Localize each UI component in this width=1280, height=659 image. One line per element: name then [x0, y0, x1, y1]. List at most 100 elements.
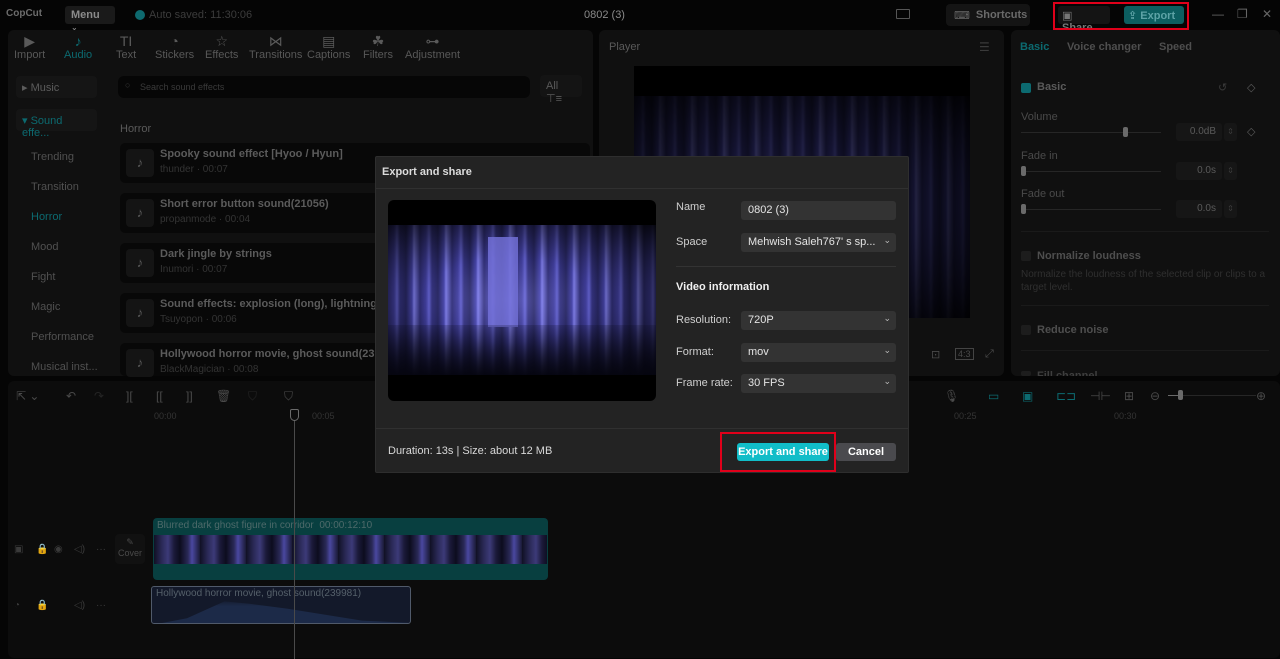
sidebar-item-horror[interactable]: Horror: [16, 202, 106, 232]
tab-effects[interactable]: ☆ Effects: [205, 33, 238, 61]
volume-slider[interactable]: [1021, 132, 1161, 133]
resolution-select[interactable]: 720P ⌄: [741, 311, 896, 330]
normalize-description: Normalize the loudness of the selected c…: [1021, 269, 1266, 293]
menu-icon[interactable]: ☰: [979, 40, 990, 54]
shortcuts-button[interactable]: ⌨ Shortcuts: [946, 4, 1030, 26]
timeline-zoom-handle[interactable]: [1178, 390, 1183, 400]
lock-icon[interactable]: 🔒: [36, 544, 48, 555]
link-icon[interactable]: ⊏⊐: [1056, 389, 1076, 403]
sound-title: Short error button sound(21056): [160, 198, 329, 210]
speaker-icon[interactable]: ◁): [74, 600, 85, 611]
split-right-icon[interactable]: ]]: [186, 389, 193, 403]
fade-out-value[interactable]: 0.0s: [1176, 200, 1222, 218]
fullscreen-icon[interactable]: ⤢: [985, 348, 994, 361]
tab-voice-changer[interactable]: Voice changer: [1067, 41, 1141, 53]
sound-meta: Inumori · 00:07: [160, 264, 228, 275]
text-icon: TI: [119, 33, 133, 49]
normalize-checkbox[interactable]: [1021, 251, 1031, 261]
playhead[interactable]: [294, 409, 295, 659]
select-tool-icon[interactable]: ⇱ ⌄: [16, 389, 39, 403]
sidebar-item-mood[interactable]: Mood: [16, 232, 106, 262]
volume-slider-handle[interactable]: [1123, 127, 1129, 137]
fade-out-slider-handle[interactable]: [1021, 204, 1026, 214]
tab-adjustment[interactable]: ⊶ Adjustment: [405, 33, 460, 61]
sidebar-item-trending[interactable]: Trending: [16, 142, 106, 172]
volume-value[interactable]: 0.0dB: [1176, 123, 1222, 141]
keyframe-icon[interactable]: ◇: [1247, 81, 1255, 94]
undo-icon[interactable]: ↶: [66, 389, 76, 403]
minimize-icon[interactable]: —: [1212, 7, 1224, 21]
more-icon[interactable]: ···: [96, 544, 106, 555]
audio-clip[interactable]: Hollywood horror movie, ghost sound(2399…: [151, 586, 411, 624]
filter-button[interactable]: All ⊤≡: [540, 75, 582, 105]
cover-button[interactable]: ✎ Cover: [115, 534, 145, 564]
mark-icon[interactable]: ⛉: [248, 389, 257, 404]
zoom-fit-icon[interactable]: ⊡: [931, 348, 940, 361]
volume-stepper[interactable]: ⇕: [1224, 123, 1237, 141]
fade-in-slider[interactable]: [1021, 171, 1161, 172]
basic-checkbox[interactable]: [1021, 83, 1031, 93]
sidebar-item-musical-instruments[interactable]: Musical inst...: [16, 352, 106, 382]
playhead-handle[interactable]: [290, 409, 299, 421]
speaker-icon[interactable]: ◁): [74, 544, 85, 555]
restore-icon[interactable]: ❐: [1237, 7, 1248, 21]
sidebar-item-sound-effects[interactable]: ▾ Sound effe...: [16, 109, 97, 139]
search-input[interactable]: ○ Search sound effects: [118, 76, 530, 98]
shield-icon[interactable]: ⛉: [284, 389, 293, 404]
tab-audio[interactable]: ♪ Audio: [64, 33, 92, 61]
fade-out-slider[interactable]: [1021, 209, 1161, 210]
auto-snap-icon[interactable]: ▣: [1022, 389, 1033, 403]
align-icon[interactable]: ⊣⊢: [1090, 389, 1111, 403]
split-icon[interactable]: ][: [126, 389, 133, 403]
close-icon[interactable]: ✕: [1262, 7, 1272, 21]
fade-in-stepper[interactable]: ⇕: [1224, 162, 1237, 180]
keyframe-icon[interactable]: ◇: [1247, 125, 1255, 138]
tab-import[interactable]: ▶ Import: [14, 33, 45, 61]
video-clip[interactable]: Blurred dark ghost figure in corridor 00…: [153, 518, 548, 580]
microphone-icon[interactable]: 🎙: [944, 389, 959, 403]
menu-button[interactable]: Menu ⌄: [65, 6, 115, 32]
space-select[interactable]: Mehwish Saleh767' s sp... ⌄: [741, 233, 896, 252]
layout-icon[interactable]: [896, 9, 910, 19]
cancel-button[interactable]: Cancel: [836, 443, 896, 461]
sidebar-item-fight[interactable]: Fight: [16, 262, 106, 292]
project-title: 0802 (3): [584, 9, 625, 21]
framerate-select[interactable]: 30 FPS ⌄: [741, 374, 896, 393]
tab-transitions[interactable]: ⋈ Transitions: [249, 33, 302, 61]
name-input[interactable]: 0802 (3): [741, 201, 896, 220]
zoom-in-icon[interactable]: ⊕: [1256, 389, 1266, 403]
fade-in-slider-handle[interactable]: [1021, 166, 1026, 176]
filter-icon: ⊤≡: [546, 93, 563, 105]
tab-filters[interactable]: ☘ Filters: [363, 33, 393, 61]
more-icon[interactable]: ···: [96, 600, 106, 611]
ruler-label: 00:00: [154, 411, 177, 421]
zoom-out-icon[interactable]: ⊖: [1150, 389, 1160, 403]
format-select[interactable]: mov ⌄: [741, 343, 896, 362]
tab-captions[interactable]: ▤ Captions: [307, 33, 350, 61]
tab-stickers[interactable]: ◔ Stickers: [155, 33, 194, 61]
sidebar-label: Sound effe...: [22, 115, 63, 139]
tab-text[interactable]: TI Text: [116, 33, 136, 61]
aspect-ratio-button[interactable]: 4:3: [955, 348, 974, 360]
tab-speed[interactable]: Speed: [1159, 41, 1192, 53]
tab-basic[interactable]: Basic: [1020, 41, 1049, 53]
eye-icon[interactable]: ◉: [54, 544, 63, 555]
fade-out-stepper[interactable]: ⇕: [1224, 200, 1237, 218]
preview-frame: [388, 225, 656, 375]
delete-icon[interactable]: 🗑: [216, 389, 231, 403]
sidebar-item-magic[interactable]: Magic: [16, 292, 106, 322]
sidebar-item-music[interactable]: ▸ Music: [16, 76, 97, 98]
reduce-noise-checkbox[interactable]: [1021, 325, 1031, 335]
split-left-icon[interactable]: [[: [156, 389, 163, 403]
sidebar-item-transition[interactable]: Transition: [16, 172, 106, 202]
magnet-icon[interactable]: ▭: [988, 389, 999, 403]
fill-channel-checkbox[interactable]: [1021, 371, 1031, 376]
preview-axis-icon[interactable]: ⊞: [1124, 389, 1134, 403]
lock-icon[interactable]: 🔒: [36, 600, 48, 611]
fade-in-value[interactable]: 0.0s: [1176, 162, 1222, 180]
redo-icon[interactable]: ↷: [94, 389, 104, 403]
reset-icon[interactable]: ↺: [1218, 81, 1227, 94]
space-label: Space: [676, 236, 708, 248]
highlight-annotation: [720, 432, 836, 472]
sidebar-item-performance[interactable]: Performance: [16, 322, 106, 352]
